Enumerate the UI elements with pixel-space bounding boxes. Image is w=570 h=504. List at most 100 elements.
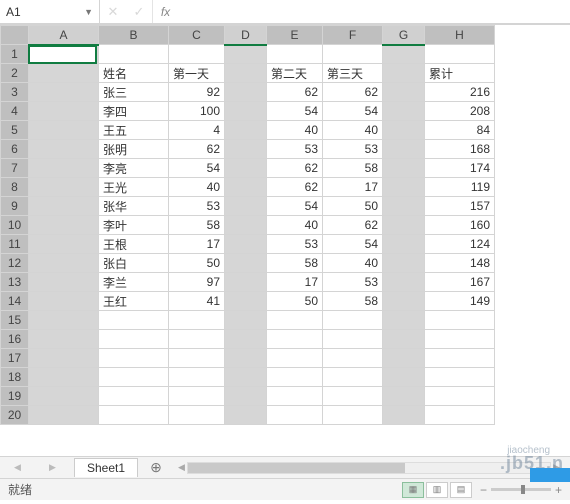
cell-F6[interactable]: 53 bbox=[323, 140, 383, 159]
cell-A10[interactable] bbox=[29, 216, 99, 235]
cell-B19[interactable] bbox=[99, 387, 169, 406]
cell-A7[interactable] bbox=[29, 159, 99, 178]
cell-F19[interactable] bbox=[323, 387, 383, 406]
cell-H14[interactable]: 149 bbox=[425, 292, 495, 311]
cell-G3[interactable] bbox=[383, 83, 425, 102]
row-header-20[interactable]: 20 bbox=[1, 406, 29, 425]
cell-G15[interactable] bbox=[383, 311, 425, 330]
tab-nav-next-icon[interactable]: ▶ bbox=[49, 462, 56, 473]
cell-B17[interactable] bbox=[99, 349, 169, 368]
row-header-14[interactable]: 14 bbox=[1, 292, 29, 311]
cell-H20[interactable] bbox=[425, 406, 495, 425]
cell-A15[interactable] bbox=[29, 311, 99, 330]
cell-B16[interactable] bbox=[99, 330, 169, 349]
col-header-F[interactable]: F bbox=[323, 26, 383, 45]
cell-F2[interactable]: 第三天 bbox=[323, 64, 383, 83]
cell-B11[interactable]: 王根 bbox=[99, 235, 169, 254]
cell-E12[interactable]: 58 bbox=[267, 254, 323, 273]
row-header-17[interactable]: 17 bbox=[1, 349, 29, 368]
col-header-D[interactable]: D bbox=[225, 26, 267, 45]
cell-D12[interactable] bbox=[225, 254, 267, 273]
cell-A14[interactable] bbox=[29, 292, 99, 311]
cell-G10[interactable] bbox=[383, 216, 425, 235]
cell-B14[interactable]: 王红 bbox=[99, 292, 169, 311]
hscroll-thumb[interactable] bbox=[188, 463, 405, 473]
cell-G9[interactable] bbox=[383, 197, 425, 216]
cell-C9[interactable]: 53 bbox=[169, 197, 225, 216]
cell-B13[interactable]: 李兰 bbox=[99, 273, 169, 292]
cell-E19[interactable] bbox=[267, 387, 323, 406]
view-pagebreak-button[interactable]: ▤ bbox=[450, 482, 472, 498]
view-pagelayout-button[interactable]: ▥ bbox=[426, 482, 448, 498]
cell-G20[interactable] bbox=[383, 406, 425, 425]
cell-C3[interactable]: 92 bbox=[169, 83, 225, 102]
cell-F12[interactable]: 40 bbox=[323, 254, 383, 273]
cell-D4[interactable] bbox=[225, 102, 267, 121]
cell-H9[interactable]: 157 bbox=[425, 197, 495, 216]
cell-A3[interactable] bbox=[29, 83, 99, 102]
row-header-9[interactable]: 9 bbox=[1, 197, 29, 216]
col-header-E[interactable]: E bbox=[267, 26, 323, 45]
cell-C12[interactable]: 50 bbox=[169, 254, 225, 273]
cell-D19[interactable] bbox=[225, 387, 267, 406]
row-header-16[interactable]: 16 bbox=[1, 330, 29, 349]
cell-B12[interactable]: 张白 bbox=[99, 254, 169, 273]
cell-H15[interactable] bbox=[425, 311, 495, 330]
cell-H2[interactable]: 累计 bbox=[425, 64, 495, 83]
cell-G5[interactable] bbox=[383, 121, 425, 140]
cell-F16[interactable] bbox=[323, 330, 383, 349]
view-normal-button[interactable]: ▦ bbox=[402, 482, 424, 498]
col-header-C[interactable]: C bbox=[169, 26, 225, 45]
cell-H3[interactable]: 216 bbox=[425, 83, 495, 102]
cell-E10[interactable]: 40 bbox=[267, 216, 323, 235]
cell-C5[interactable]: 4 bbox=[169, 121, 225, 140]
cell-D5[interactable] bbox=[225, 121, 267, 140]
zoom-in-icon[interactable]: + bbox=[555, 483, 562, 497]
cell-F8[interactable]: 17 bbox=[323, 178, 383, 197]
cell-G12[interactable] bbox=[383, 254, 425, 273]
cell-D7[interactable] bbox=[225, 159, 267, 178]
cell-A12[interactable] bbox=[29, 254, 99, 273]
cell-D9[interactable] bbox=[225, 197, 267, 216]
tab-nav-buttons[interactable]: ◀ ▶ bbox=[0, 462, 70, 473]
cell-A19[interactable] bbox=[29, 387, 99, 406]
row-header-2[interactable]: 2 bbox=[1, 64, 29, 83]
cell-E1[interactable] bbox=[267, 45, 323, 64]
cell-E11[interactable]: 53 bbox=[267, 235, 323, 254]
cell-H13[interactable]: 167 bbox=[425, 273, 495, 292]
zoom-thumb[interactable] bbox=[521, 485, 525, 494]
cell-F5[interactable]: 40 bbox=[323, 121, 383, 140]
cell-A5[interactable] bbox=[29, 121, 99, 140]
row-header-1[interactable]: 1 bbox=[1, 45, 29, 64]
cell-H4[interactable]: 208 bbox=[425, 102, 495, 121]
cell-F15[interactable] bbox=[323, 311, 383, 330]
cell-H7[interactable]: 174 bbox=[425, 159, 495, 178]
cell-B15[interactable] bbox=[99, 311, 169, 330]
tab-nav-prev-icon[interactable]: ◀ bbox=[14, 462, 21, 473]
cell-F9[interactable]: 50 bbox=[323, 197, 383, 216]
cell-G6[interactable] bbox=[383, 140, 425, 159]
cell-H6[interactable]: 168 bbox=[425, 140, 495, 159]
row-header-3[interactable]: 3 bbox=[1, 83, 29, 102]
cell-G13[interactable] bbox=[383, 273, 425, 292]
cell-D17[interactable] bbox=[225, 349, 267, 368]
formula-input[interactable] bbox=[178, 0, 570, 23]
row-header-6[interactable]: 6 bbox=[1, 140, 29, 159]
row-header-8[interactable]: 8 bbox=[1, 178, 29, 197]
cell-D18[interactable] bbox=[225, 368, 267, 387]
cell-B18[interactable] bbox=[99, 368, 169, 387]
cell-D13[interactable] bbox=[225, 273, 267, 292]
cell-D10[interactable] bbox=[225, 216, 267, 235]
cell-A16[interactable] bbox=[29, 330, 99, 349]
cell-E13[interactable]: 17 bbox=[267, 273, 323, 292]
cell-B3[interactable]: 张三 bbox=[99, 83, 169, 102]
cell-C8[interactable]: 40 bbox=[169, 178, 225, 197]
cell-C17[interactable] bbox=[169, 349, 225, 368]
cell-B1[interactable] bbox=[99, 45, 169, 64]
name-box[interactable]: A1 ▼ bbox=[0, 0, 100, 23]
cell-C14[interactable]: 41 bbox=[169, 292, 225, 311]
cell-C16[interactable] bbox=[169, 330, 225, 349]
row-header-7[interactable]: 7 bbox=[1, 159, 29, 178]
select-all-corner[interactable] bbox=[1, 26, 29, 45]
cell-E5[interactable]: 40 bbox=[267, 121, 323, 140]
